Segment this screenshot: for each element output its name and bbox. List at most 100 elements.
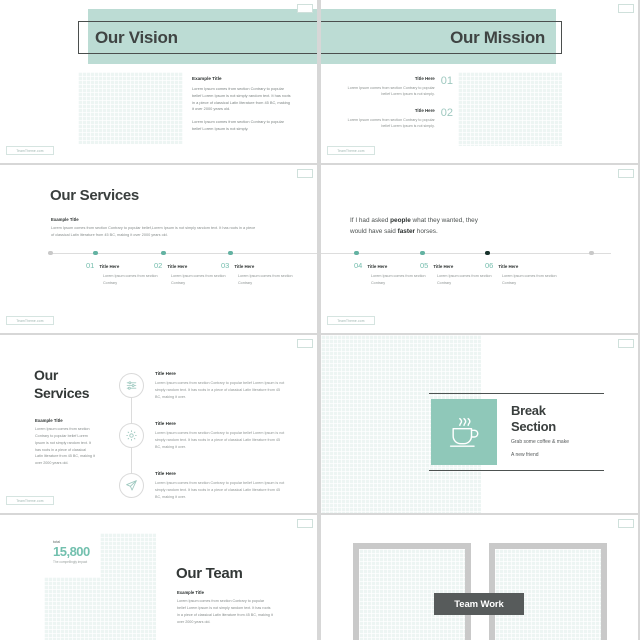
mission-item-number: 02 — [440, 106, 453, 119]
vision-body-heading: Example Title — [192, 76, 222, 81]
services-sub-paragraph: Lorem Ipsum comes from section Contrary … — [51, 226, 256, 238]
timeline-step: 01 Title Here Lorem Ipsum comes from sec… — [86, 261, 162, 286]
timeline-step: 06 Title Here Lorem Ipsum comes from sec… — [485, 261, 561, 286]
slide-deck-preview: Our Vision Example Title Lorem Ipsum com… — [0, 0, 640, 640]
service-block-desc: Lorem Ipsum comes from section Contrary … — [155, 481, 285, 499]
break-subtitle-line-2: A new friend — [511, 451, 539, 458]
coffee-cup-icon — [431, 399, 497, 465]
timeline-axis — [48, 253, 318, 254]
slide-break-section[interactable]: Break Section Grab some coffee & make A … — [321, 335, 640, 513]
step-number: 05 — [420, 261, 429, 270]
team-placeholder-b — [44, 577, 156, 640]
page-title: Our Vision — [95, 27, 178, 47]
service-block-title: Title Here — [155, 421, 176, 426]
team-work-label: Team Work — [434, 593, 524, 615]
service-block: Title Here Lorem Ipsum comes from sectio… — [155, 371, 287, 401]
team-stat-card: total 15,800 The compellingly impact — [44, 533, 100, 577]
page-title: Our Team — [176, 565, 243, 582]
service-block-title: Title Here — [155, 471, 176, 476]
team-photo-frame-left — [353, 543, 471, 640]
quote-emphasis-1: people — [390, 217, 411, 224]
timeline-dot-06 — [485, 250, 490, 255]
timeline-axis — [321, 253, 611, 254]
step-title: Title Here — [99, 264, 120, 269]
quote-part-1: If I had asked — [350, 217, 391, 224]
timeline-dot-04 — [354, 250, 359, 255]
timeline-dot-05 — [420, 250, 425, 255]
step-title: Title Here — [167, 264, 188, 269]
vision-title-frame: Our Vision — [78, 21, 319, 54]
quote-text: If I had asked people what they wanted, … — [350, 215, 490, 237]
page-title: Our Services — [34, 367, 90, 402]
slide-our-services-vertical[interactable]: Our Services Example Title Lorem Ipsum c… — [0, 335, 319, 513]
stat-caption: The compellingly impact — [53, 560, 88, 565]
stat-number: 15,800 — [53, 544, 90, 559]
step-desc: Lorem Ipsum comes from section Contrary — [502, 274, 557, 285]
step-title: Title Here — [234, 264, 255, 269]
mission-image-placeholder — [458, 72, 562, 146]
vision-body-paragraph-1: Lorem Ipsum comes from section Contrary … — [192, 86, 291, 112]
watermark-logo: TeamTheme.com — [327, 316, 375, 325]
slide-our-team[interactable]: total 15,800 The compellingly impact Our… — [0, 515, 319, 640]
break-card: Break Section Grab some coffee & make A … — [429, 393, 604, 471]
watermark-logo: TeamTheme.com — [6, 496, 54, 505]
slide-our-services-horizontal[interactable]: Our Services Example Title Lorem Ipsum c… — [0, 165, 319, 333]
slide-our-vision[interactable]: Our Vision Example Title Lorem Ipsum com… — [0, 0, 319, 163]
page-title-line-1: Our — [34, 367, 58, 383]
list-item: Title Here Lorem Ipsum comes from sectio… — [335, 76, 453, 98]
mission-item-title: Title Here — [414, 107, 435, 113]
timeline-dot-02 — [161, 250, 166, 255]
step-number: 03 — [221, 261, 230, 270]
step-number: 04 — [354, 261, 363, 270]
step-title: Title Here — [498, 264, 519, 269]
break-title-line-1: Break — [511, 403, 546, 418]
slide-quote-timeline[interactable]: If I had asked people what they wanted, … — [321, 165, 640, 333]
timeline-dot-01 — [93, 250, 98, 255]
timeline-step: 02 Title Here Lorem Ipsum comes from sec… — [154, 261, 230, 286]
slide-badge-5 — [297, 339, 313, 348]
step-number: 06 — [485, 261, 494, 270]
services-sub-paragraph: Lorem Ipsum comes from section Contrary … — [35, 427, 95, 466]
break-subtitle-line-1: Grab some coffee & make — [511, 439, 569, 446]
team-sub-paragraph: Lorem Ipsum comes from section Contrary … — [177, 599, 273, 624]
mission-item-number: 01 — [440, 75, 453, 87]
watermark-logo: TeamTheme.com — [6, 316, 54, 325]
service-block-title: Title Here — [155, 371, 176, 376]
watermark-logo: TeamTheme.com — [327, 146, 375, 155]
timeline-dot-start — [48, 250, 53, 255]
timeline-dot-end — [589, 250, 594, 255]
break-rule-top — [429, 393, 604, 395]
mission-item-list: Title Here Lorem Ipsum comes from sectio… — [335, 76, 453, 139]
step-desc: Lorem Ipsum comes from section Contrary — [238, 274, 293, 285]
services-sub-heading: Example Title — [35, 418, 63, 423]
timeline-step: 04 Title Here Lorem Ipsum comes from sec… — [354, 261, 430, 286]
mission-title-frame: Our Mission — [321, 21, 562, 54]
paper-plane-icon — [119, 473, 144, 498]
break-text: Break Section Grab some coffee & make A … — [511, 403, 569, 460]
service-block: Title Here Lorem Ipsum comes from sectio… — [155, 471, 287, 501]
slide-our-mission[interactable]: Our Mission Title Here Lorem Ipsum comes… — [321, 0, 640, 163]
team-photo-frame-right — [489, 543, 607, 640]
services-sub-heading: Example Title — [51, 217, 79, 222]
page-title: Our Services — [50, 187, 139, 204]
step-title: Title Here — [433, 264, 454, 269]
service-block-desc: Lorem Ipsum comes from section Contrary … — [155, 381, 285, 399]
step-number: 01 — [86, 261, 95, 270]
vision-body-paragraph-2: Lorem Ipsum comes from section Contrary … — [192, 119, 284, 132]
vision-image-placeholder — [78, 72, 183, 144]
timeline-step: 03 Title Here Lorem Ipsum comes from sec… — [221, 261, 297, 286]
slide-badge-1 — [297, 4, 313, 13]
watermark-logo: TeamTheme.com — [6, 146, 54, 155]
slide-team-work[interactable]: Team Work — [321, 515, 640, 640]
page-title: Our Mission — [450, 27, 545, 47]
service-block: Title Here Lorem Ipsum comes from sectio… — [155, 421, 287, 451]
break-title-line-2: Section — [511, 418, 556, 434]
list-item: Title Here Lorem Ipsum comes from sectio… — [335, 106, 453, 130]
step-number: 02 — [154, 261, 163, 270]
timeline-dot-03 — [228, 250, 233, 255]
service-block-desc: Lorem Ipsum comes from section Contrary … — [155, 431, 285, 449]
slide-badge-2 — [618, 4, 634, 13]
slide-badge-8 — [618, 519, 634, 528]
vision-body: Example Title Lorem Ipsum comes from sec… — [192, 76, 292, 133]
page-title-line-2: Services — [34, 384, 90, 401]
